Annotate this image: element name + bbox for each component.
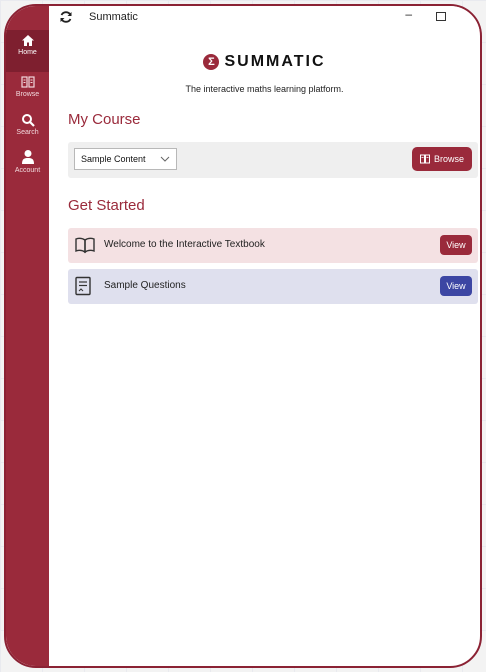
sidebar-item-label: Account [14, 167, 41, 174]
book-icon [20, 76, 35, 88]
sidebar-item-label: Home [18, 49, 37, 56]
window-title: Summatic [89, 11, 138, 23]
sidebar-item-search[interactable]: Search [6, 110, 49, 146]
sidebar-item-browse[interactable]: Browse [6, 72, 49, 110]
brand-name: SUMMATIC [224, 53, 326, 70]
browse-button-label: Browse [433, 154, 464, 164]
maximize-button[interactable] [436, 12, 446, 21]
course-select-value: Sample Content [81, 154, 146, 164]
sidebar: Home Browse Search Account [6, 6, 49, 666]
title-bar: Summatic – [49, 6, 480, 30]
list-item-label: Sample Questions [104, 280, 186, 291]
chevron-down-icon [160, 156, 170, 162]
sidebar-item-home[interactable]: Home [6, 30, 49, 72]
tagline: The interactive maths learning platform. [185, 84, 344, 94]
view-button[interactable]: View [440, 276, 472, 296]
list-item-label: Welcome to the Interactive Textbook [104, 239, 265, 250]
home-icon [21, 35, 34, 46]
my-course-heading: My Course [68, 111, 141, 128]
course-bar: Sample Content Browse [68, 142, 478, 178]
open-book-icon [75, 237, 95, 254]
get-started-heading: Get Started [68, 197, 145, 214]
sidebar-item-account[interactable]: Account [6, 146, 49, 186]
minimize-button[interactable]: – [405, 7, 412, 21]
course-select[interactable]: Sample Content [74, 148, 177, 170]
brand-header: Σ SUMMATIC [49, 52, 480, 71]
list-item-textbook[interactable]: Welcome to the Interactive Textbook View [68, 228, 478, 263]
view-button[interactable]: View [440, 235, 472, 255]
search-icon [21, 114, 35, 127]
summatic-logo-icon: Σ [203, 54, 220, 70]
worksheet-icon [75, 276, 91, 296]
sidebar-item-label: Search [16, 129, 39, 136]
browse-button[interactable]: Browse [412, 147, 472, 171]
app-window: Home Browse Search Account Summatic – Σ … [4, 4, 482, 668]
list-item-sample-questions[interactable]: Sample Questions View [68, 269, 478, 304]
sidebar-item-label: Browse [15, 91, 40, 98]
refresh-icon[interactable] [59, 10, 73, 24]
user-icon [21, 150, 34, 164]
book-icon [419, 154, 430, 164]
